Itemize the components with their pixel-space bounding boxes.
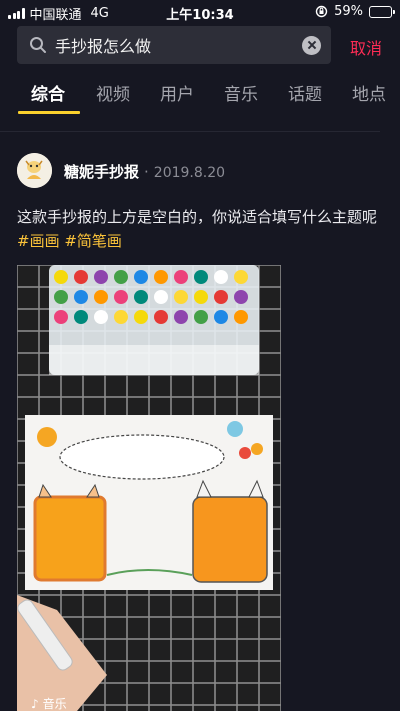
marker-cap xyxy=(234,270,248,284)
battery-icon xyxy=(369,5,395,18)
avatar[interactable] xyxy=(17,153,52,188)
marker-cap xyxy=(94,270,108,284)
post-caption: 这款手抄报的上方是空白的，你说适合填写什么主题呢 #画画 #简笔画 xyxy=(17,205,379,253)
tab-videos[interactable]: 视频 xyxy=(96,80,130,105)
marker-cap xyxy=(214,310,228,324)
tab-music[interactable]: 音乐 xyxy=(224,80,258,105)
result-tabs: 综合 视频 用户 音乐 话题 地点 xyxy=(0,76,400,114)
tab-users[interactable]: 用户 xyxy=(160,80,194,105)
marker-cap xyxy=(234,310,248,324)
marker-cap xyxy=(194,310,208,324)
search-icon xyxy=(30,37,46,53)
marker-cap xyxy=(94,310,108,324)
marker-cap xyxy=(114,290,128,304)
marker-cap xyxy=(74,270,88,284)
music-label: 音乐 xyxy=(42,697,67,711)
marker-cap xyxy=(154,290,168,304)
music-bar[interactable]: ♪ 音乐 xyxy=(17,696,281,711)
marker-cap xyxy=(194,290,208,304)
battery-percent: 59% xyxy=(334,4,363,19)
search-row: 取消 xyxy=(0,26,400,66)
marker-cap xyxy=(54,290,68,304)
marker-cap xyxy=(154,270,168,284)
post-date: 2019.8.20 xyxy=(153,165,226,181)
marker-cap xyxy=(194,270,208,284)
status-bar: 中国联通 4G 上午10:34 59% xyxy=(0,0,400,24)
marker-cap xyxy=(74,310,88,324)
marker-cap xyxy=(134,310,148,324)
marker-cap xyxy=(54,310,68,324)
marker-cap xyxy=(154,310,168,324)
marker-cap xyxy=(134,290,148,304)
clear-icon[interactable] xyxy=(302,35,321,55)
tab-places[interactable]: 地点 xyxy=(352,80,386,105)
video-thumbnail[interactable] xyxy=(17,265,281,711)
hashtag-simple-drawing[interactable]: #简笔画 xyxy=(64,232,122,250)
marker-cap xyxy=(54,270,68,284)
status-right: 59% xyxy=(315,4,395,19)
marker-cap xyxy=(74,290,88,304)
caption-text: 这款手抄报的上方是空白的，你说适合填写什么主题呢 xyxy=(17,208,378,226)
search-results-screen: 中国联通 4G 上午10:34 59% 取消 综合 视频 xyxy=(0,0,400,711)
cancel-button[interactable]: 取消 xyxy=(350,35,382,59)
tab-all[interactable]: 综合 xyxy=(31,80,65,105)
music-note-icon: ♪ xyxy=(31,696,39,711)
marker-cap xyxy=(214,290,228,304)
active-tab-indicator xyxy=(18,111,80,114)
author-name[interactable]: 糖妮手抄报 xyxy=(64,161,139,182)
marker-cap xyxy=(134,270,148,284)
search-box[interactable] xyxy=(17,26,331,64)
marker-cap xyxy=(174,310,188,324)
marker-cap xyxy=(174,270,188,284)
marker-cap xyxy=(94,290,108,304)
divider xyxy=(0,131,380,132)
separator-dot: · xyxy=(144,163,149,181)
marker-cap xyxy=(234,290,248,304)
marker-cap xyxy=(174,290,188,304)
search-input[interactable] xyxy=(55,35,302,55)
marker-cap xyxy=(114,270,128,284)
orientation-lock-icon xyxy=(315,5,328,18)
author-line: 糖妮手抄报 · 2019.8.20 xyxy=(64,161,225,182)
video-frame-illustration xyxy=(17,265,281,711)
hashtag-drawing[interactable]: #画画 xyxy=(17,232,60,250)
marker-cap xyxy=(114,310,128,324)
tab-topics[interactable]: 话题 xyxy=(288,80,322,105)
marker-cap xyxy=(214,270,228,284)
